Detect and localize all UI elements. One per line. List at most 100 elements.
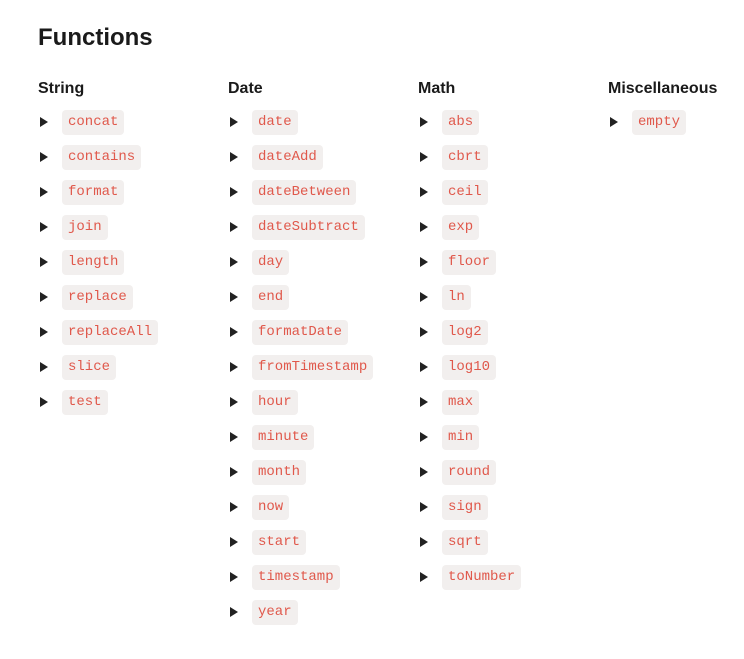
toggle-right-icon	[420, 502, 428, 512]
toggle-right-icon	[230, 257, 238, 267]
function-chip: formatDate	[252, 320, 348, 345]
function-chip: ln	[442, 285, 471, 310]
toggle-right-icon	[230, 222, 238, 232]
list-item[interactable]: max	[418, 390, 608, 415]
function-chip: join	[62, 215, 108, 240]
list-item[interactable]: timestamp	[228, 565, 418, 590]
toggle-right-icon	[610, 117, 618, 127]
list-item[interactable]: slice	[38, 355, 228, 380]
function-chip: slice	[62, 355, 116, 380]
toggle-right-icon	[230, 117, 238, 127]
list-item[interactable]: date	[228, 110, 418, 135]
toggle-right-icon	[230, 187, 238, 197]
toggle-right-icon	[40, 327, 48, 337]
list-item[interactable]: now	[228, 495, 418, 520]
list-item[interactable]: test	[38, 390, 228, 415]
function-chip: timestamp	[252, 565, 340, 590]
toggle-right-icon	[230, 432, 238, 442]
toggle-right-icon	[40, 397, 48, 407]
toggle-right-icon	[230, 362, 238, 372]
toggle-right-icon	[40, 292, 48, 302]
list-item[interactable]: replaceAll	[38, 320, 228, 345]
list-item[interactable]: day	[228, 250, 418, 275]
list-item[interactable]: dateSubtract	[228, 215, 418, 240]
list-item[interactable]: empty	[608, 110, 728, 135]
list-item[interactable]: abs	[418, 110, 608, 135]
list-item[interactable]: ceil	[418, 180, 608, 205]
list-item[interactable]: toNumber	[418, 565, 608, 590]
function-chip: round	[442, 460, 496, 485]
list-item[interactable]: floor	[418, 250, 608, 275]
list-item[interactable]: min	[418, 425, 608, 450]
list-item[interactable]: formatDate	[228, 320, 418, 345]
function-chip: sign	[442, 495, 488, 520]
function-columns: String concat contains format join lengt…	[38, 80, 706, 635]
toggle-right-icon	[40, 152, 48, 162]
list-item[interactable]: end	[228, 285, 418, 310]
list-item[interactable]: sign	[418, 495, 608, 520]
list-item[interactable]: hour	[228, 390, 418, 415]
function-chip: format	[62, 180, 124, 205]
function-chip: min	[442, 425, 479, 450]
function-chip: floor	[442, 250, 496, 275]
function-chip: now	[252, 495, 289, 520]
list-item[interactable]: join	[38, 215, 228, 240]
column-heading: Date	[228, 80, 418, 98]
toggle-right-icon	[230, 537, 238, 547]
toggle-right-icon	[420, 117, 428, 127]
list-item[interactable]: minute	[228, 425, 418, 450]
toggle-right-icon	[420, 572, 428, 582]
function-chip: empty	[632, 110, 686, 135]
list-item[interactable]: sqrt	[418, 530, 608, 555]
toggle-right-icon	[420, 152, 428, 162]
list-item[interactable]: dateBetween	[228, 180, 418, 205]
function-list: date dateAdd dateBetween dateSubtract da…	[228, 110, 418, 625]
function-chip: replace	[62, 285, 133, 310]
toggle-right-icon	[420, 397, 428, 407]
function-chip: sqrt	[442, 530, 488, 555]
list-item[interactable]: concat	[38, 110, 228, 135]
function-chip: dateAdd	[252, 145, 323, 170]
column-string: String concat contains format join lengt…	[38, 80, 228, 635]
toggle-right-icon	[420, 257, 428, 267]
function-chip: dateBetween	[252, 180, 356, 205]
toggle-right-icon	[420, 537, 428, 547]
list-item[interactable]: fromTimestamp	[228, 355, 418, 380]
list-item[interactable]: dateAdd	[228, 145, 418, 170]
function-chip: dateSubtract	[252, 215, 365, 240]
toggle-right-icon	[40, 187, 48, 197]
list-item[interactable]: format	[38, 180, 228, 205]
list-item[interactable]: contains	[38, 145, 228, 170]
list-item[interactable]: year	[228, 600, 418, 625]
toggle-right-icon	[420, 432, 428, 442]
function-chip: log10	[442, 355, 496, 380]
column-heading: String	[38, 80, 228, 98]
column-miscellaneous: Miscellaneous empty	[608, 80, 728, 635]
function-chip: year	[252, 600, 298, 625]
column-date: Date date dateAdd dateBetween dateSubtra…	[228, 80, 418, 635]
function-chip: replaceAll	[62, 320, 158, 345]
list-item[interactable]: length	[38, 250, 228, 275]
column-heading: Math	[418, 80, 608, 98]
list-item[interactable]: log2	[418, 320, 608, 345]
function-chip: fromTimestamp	[252, 355, 373, 380]
list-item[interactable]: start	[228, 530, 418, 555]
list-item[interactable]: ln	[418, 285, 608, 310]
function-chip: abs	[442, 110, 479, 135]
function-chip: day	[252, 250, 289, 275]
function-chip: toNumber	[442, 565, 521, 590]
function-chip: ceil	[442, 180, 488, 205]
list-item[interactable]: log10	[418, 355, 608, 380]
toggle-right-icon	[230, 607, 238, 617]
column-math: Math abs cbrt ceil exp floor ln log2 log…	[418, 80, 608, 635]
toggle-right-icon	[40, 117, 48, 127]
list-item[interactable]: cbrt	[418, 145, 608, 170]
list-item[interactable]: round	[418, 460, 608, 485]
toggle-right-icon	[420, 327, 428, 337]
list-item[interactable]: replace	[38, 285, 228, 310]
function-chip: cbrt	[442, 145, 488, 170]
function-list: abs cbrt ceil exp floor ln log2 log10 ma…	[418, 110, 608, 590]
list-item[interactable]: month	[228, 460, 418, 485]
list-item[interactable]: exp	[418, 215, 608, 240]
function-list: empty	[608, 110, 728, 135]
